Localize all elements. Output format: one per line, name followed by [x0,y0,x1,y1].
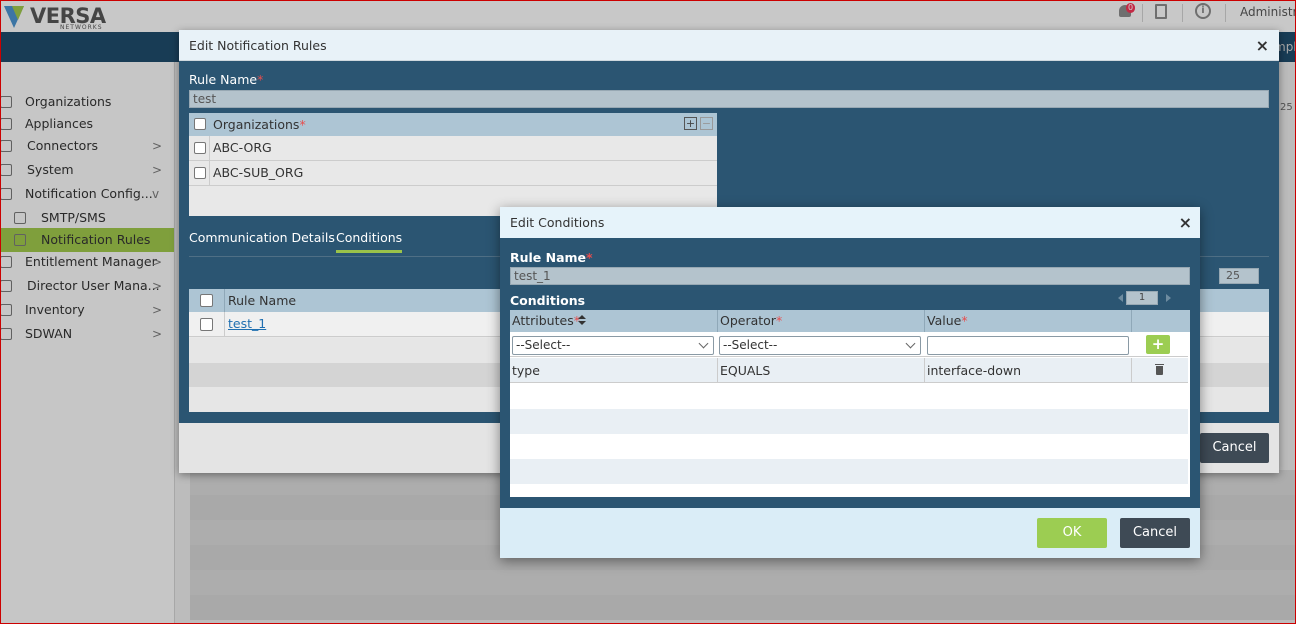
rule-checkbox[interactable] [200,318,213,331]
attribute-cell: type [510,358,718,383]
operator-cell: EQUALS [718,358,925,383]
trash-icon[interactable] [1155,364,1164,375]
attributes-column[interactable]: Attributes* [510,310,718,332]
rule-name-input[interactable]: test_1 [510,267,1190,285]
dialog-body: Rule Name* test_1 Conditions 1 Attribute… [500,238,1200,508]
add-condition-button[interactable]: + [1146,335,1170,354]
attribute-select[interactable]: --Select-- [512,336,714,355]
tab-conditions[interactable]: Conditions [336,230,403,253]
tab-communication-details[interactable]: Communication Details [189,230,335,245]
org-row[interactable]: ABC-ORG [189,136,717,161]
chevron-down-icon [905,338,916,349]
sort-icon[interactable] [578,315,586,327]
conditions-header: Attributes* Operator* Value* [510,310,1190,332]
rule-name-column: Rule Name [228,293,297,308]
cancel-button[interactable]: Cancel [1120,518,1190,548]
edit-conditions-dialog: Edit Conditions × Rule Name* test_1 Cond… [500,207,1200,558]
org-checkbox[interactable] [194,167,206,179]
page-size-select[interactable]: 25 [1219,268,1259,284]
operator-column: Operator* [718,310,925,332]
select-all-rules-checkbox[interactable] [200,294,213,307]
dialog-header: Edit Notification Rules × [179,30,1279,61]
page-number[interactable]: 1 [1126,291,1158,305]
conditions-label: Conditions [510,293,586,308]
rule-name-input[interactable]: test [189,90,1269,108]
dialog-header: Edit Conditions × [500,207,1200,238]
rule-name-label: Rule Name* [189,72,264,87]
organizations-table: Organizations* + − ABC-ORG ABC-SUB_ORG [189,113,717,216]
close-icon[interactable]: × [1179,213,1192,232]
value-column: Value* [925,310,1132,332]
dialog-title: Edit Notification Rules [189,38,327,53]
next-page-icon[interactable] [1166,294,1171,302]
chevron-down-icon [698,338,709,349]
organizations-header-label: Organizations* [213,117,306,132]
ok-button[interactable]: OK [1037,518,1107,548]
cancel-button[interactable]: Cancel [1200,433,1269,463]
conditions-table: Attributes* Operator* Value* --Select-- … [510,310,1190,497]
add-org-icon[interactable]: + [684,117,697,130]
organizations-header: Organizations* + − [189,113,717,136]
new-condition-row: --Select-- --Select-- + [510,332,1188,357]
close-icon[interactable]: × [1256,36,1269,55]
value-cell: interface-down [925,358,1132,383]
rule-name-label: Rule Name* [510,250,593,265]
operator-select[interactable]: --Select-- [719,336,921,355]
org-row[interactable]: ABC-SUB_ORG [189,161,717,186]
org-checkbox[interactable] [194,142,206,154]
remove-org-icon[interactable]: − [700,117,713,130]
table-row[interactable]: type EQUALS interface-down [510,358,1188,383]
select-all-orgs-checkbox[interactable] [194,118,206,130]
dialog-title: Edit Conditions [510,215,605,230]
prev-page-icon[interactable] [1118,294,1123,302]
rule-link[interactable]: test_1 [228,316,266,331]
value-input[interactable] [927,336,1129,355]
